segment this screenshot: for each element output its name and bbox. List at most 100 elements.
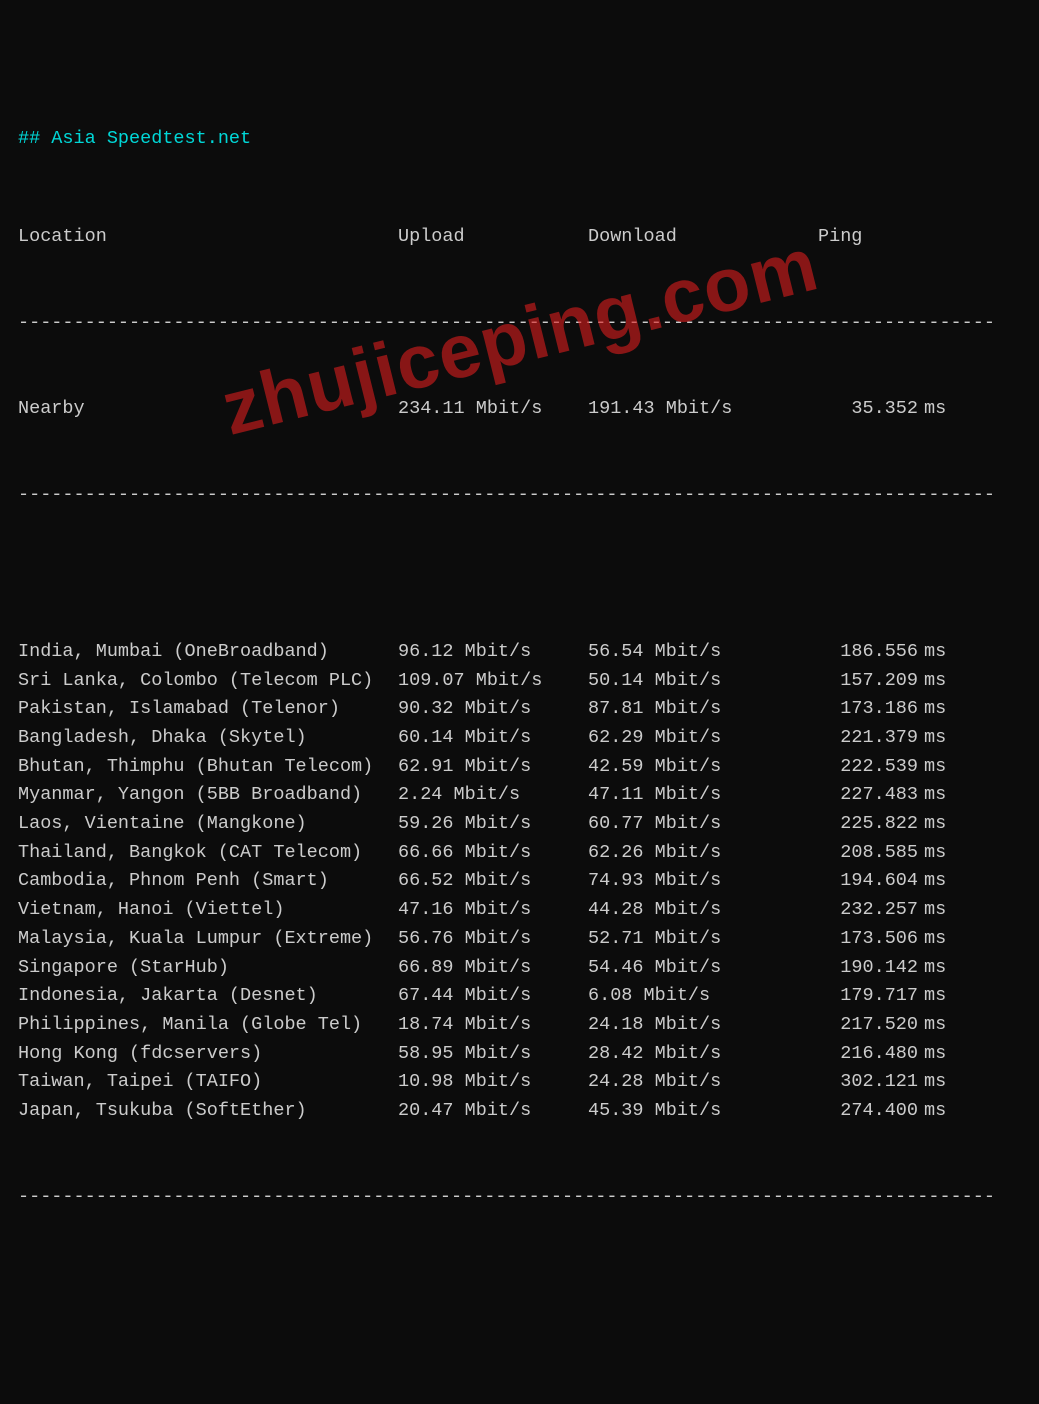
cell-upload: 67.44 Mbit/s [398, 982, 588, 1011]
cell-ping-unit: ms [918, 695, 958, 724]
cell-upload: 58.95 Mbit/s [398, 1040, 588, 1069]
cell-ping-unit: ms [918, 1040, 958, 1069]
cell-download: 24.18 Mbit/s [588, 1011, 778, 1040]
table-row: Malaysia, Kuala Lumpur (Extreme)56.76 Mb… [18, 925, 1021, 954]
nearby-upload: 234.11 Mbit/s [398, 395, 588, 424]
table-row: Indonesia, Jakarta (Desnet)67.44 Mbit/s6… [18, 982, 1021, 1011]
cell-upload: 62.91 Mbit/s [398, 753, 588, 782]
cell-ping-unit: ms [918, 638, 958, 667]
table-row: Singapore (StarHub)66.89 Mbit/s54.46 Mbi… [18, 954, 1021, 983]
cell-upload: 66.89 Mbit/s [398, 954, 588, 983]
cell-location: Vietnam, Hanoi (Viettel) [18, 896, 398, 925]
cell-ping: 227.483 [778, 781, 918, 810]
cell-upload: 66.52 Mbit/s [398, 867, 588, 896]
header-location: Location [18, 223, 398, 252]
cell-ping-unit: ms [918, 839, 958, 868]
cell-ping: 216.480 [778, 1040, 918, 1069]
table-row: Taiwan, Taipei (TAIFO)10.98 Mbit/s24.28 … [18, 1068, 1021, 1097]
header-ping: Ping [778, 223, 958, 252]
table-row: Cambodia, Phnom Penh (Smart)66.52 Mbit/s… [18, 867, 1021, 896]
cell-ping-unit: ms [918, 1068, 958, 1097]
cell-location: Singapore (StarHub) [18, 954, 398, 983]
cell-location: Philippines, Manila (Globe Tel) [18, 1011, 398, 1040]
cell-ping: 173.506 [778, 925, 918, 954]
cell-upload: 20.47 Mbit/s [398, 1097, 588, 1126]
cell-ping: 190.142 [778, 954, 918, 983]
cell-location: Malaysia, Kuala Lumpur (Extreme) [18, 925, 398, 954]
table-row: India, Mumbai (OneBroadband)96.12 Mbit/s… [18, 638, 1021, 667]
cell-download: 45.39 Mbit/s [588, 1097, 778, 1126]
cell-ping: 157.209 [778, 667, 918, 696]
cell-location: Sri Lanka, Colombo (Telecom PLC) [18, 667, 398, 696]
cell-ping-unit: ms [918, 810, 958, 839]
cell-ping-unit: ms [918, 724, 958, 753]
cell-location: Bangladesh, Dhaka (Skytel) [18, 724, 398, 753]
nearby-ping-unit: ms [918, 395, 958, 424]
cell-upload: 47.16 Mbit/s [398, 896, 588, 925]
cell-ping: 302.121 [778, 1068, 918, 1097]
cell-ping: 274.400 [778, 1097, 918, 1126]
header-upload: Upload [398, 223, 588, 252]
cell-location: India, Mumbai (OneBroadband) [18, 638, 398, 667]
cell-download: 47.11 Mbit/s [588, 781, 778, 810]
cell-ping-unit: ms [918, 896, 958, 925]
table-row: Bangladesh, Dhaka (Skytel)60.14 Mbit/s62… [18, 724, 1021, 753]
cell-location: Thailand, Bangkok (CAT Telecom) [18, 839, 398, 868]
cell-upload: 60.14 Mbit/s [398, 724, 588, 753]
cell-download: 54.46 Mbit/s [588, 954, 778, 983]
cell-location: Japan, Tsukuba (SoftEther) [18, 1097, 398, 1126]
cell-ping: 186.556 [778, 638, 918, 667]
cell-upload: 2.24 Mbit/s [398, 781, 588, 810]
cell-location: Cambodia, Phnom Penh (Smart) [18, 867, 398, 896]
cell-download: 52.71 Mbit/s [588, 925, 778, 954]
cell-upload: 59.26 Mbit/s [398, 810, 588, 839]
cell-ping: 173.186 [778, 695, 918, 724]
cell-upload: 56.76 Mbit/s [398, 925, 588, 954]
cell-ping-unit: ms [918, 954, 958, 983]
blank-line [18, 567, 1021, 581]
cell-ping-unit: ms [918, 781, 958, 810]
cell-location: Pakistan, Islamabad (Telenor) [18, 695, 398, 724]
cell-ping-unit: ms [918, 925, 958, 954]
cell-download: 87.81 Mbit/s [588, 695, 778, 724]
cell-upload: 10.98 Mbit/s [398, 1068, 588, 1097]
cell-location: Laos, Vientaine (Mangkone) [18, 810, 398, 839]
divider-line: ----------------------------------------… [18, 1183, 1021, 1212]
table-row: Laos, Vientaine (Mangkone)59.26 Mbit/s60… [18, 810, 1021, 839]
table-row: Vietnam, Hanoi (Viettel)47.16 Mbit/s44.2… [18, 896, 1021, 925]
cell-download: 28.42 Mbit/s [588, 1040, 778, 1069]
cell-ping: 225.822 [778, 810, 918, 839]
divider-line: ----------------------------------------… [18, 481, 1021, 510]
cell-download: 24.28 Mbit/s [588, 1068, 778, 1097]
table-row: Japan, Tsukuba (SoftEther)20.47 Mbit/s45… [18, 1097, 1021, 1126]
cell-download: 50.14 Mbit/s [588, 667, 778, 696]
cell-download: 60.77 Mbit/s [588, 810, 778, 839]
header-row: Location Upload Download Ping [18, 223, 1021, 252]
table-row: Philippines, Manila (Globe Tel)18.74 Mbi… [18, 1011, 1021, 1040]
cell-ping-unit: ms [918, 867, 958, 896]
cell-upload: 109.07 Mbit/s [398, 667, 588, 696]
cell-ping: 222.539 [778, 753, 918, 782]
cell-upload: 90.32 Mbit/s [398, 695, 588, 724]
cell-download: 42.59 Mbit/s [588, 753, 778, 782]
table-row: Sri Lanka, Colombo (Telecom PLC)109.07 M… [18, 667, 1021, 696]
cell-download: 44.28 Mbit/s [588, 896, 778, 925]
cell-location: Indonesia, Jakarta (Desnet) [18, 982, 398, 1011]
results-table-body: India, Mumbai (OneBroadband)96.12 Mbit/s… [18, 638, 1021, 1125]
cell-download: 62.29 Mbit/s [588, 724, 778, 753]
nearby-download: 191.43 Mbit/s [588, 395, 778, 424]
cell-download: 6.08 Mbit/s [588, 982, 778, 1011]
table-row: Myanmar, Yangon (5BB Broadband)2.24 Mbit… [18, 781, 1021, 810]
nearby-ping: 35.352 [778, 395, 918, 424]
cell-upload: 66.66 Mbit/s [398, 839, 588, 868]
cell-ping-unit: ms [918, 667, 958, 696]
cell-upload: 18.74 Mbit/s [398, 1011, 588, 1040]
cell-location: Hong Kong (fdcservers) [18, 1040, 398, 1069]
cell-ping-unit: ms [918, 1097, 958, 1126]
table-row: Hong Kong (fdcservers)58.95 Mbit/s28.42 … [18, 1040, 1021, 1069]
cell-ping: 221.379 [778, 724, 918, 753]
cell-ping-unit: ms [918, 1011, 958, 1040]
cell-ping: 179.717 [778, 982, 918, 1011]
table-row: Bhutan, Thimphu (Bhutan Telecom)62.91 Mb… [18, 753, 1021, 782]
cell-location: Bhutan, Thimphu (Bhutan Telecom) [18, 753, 398, 782]
